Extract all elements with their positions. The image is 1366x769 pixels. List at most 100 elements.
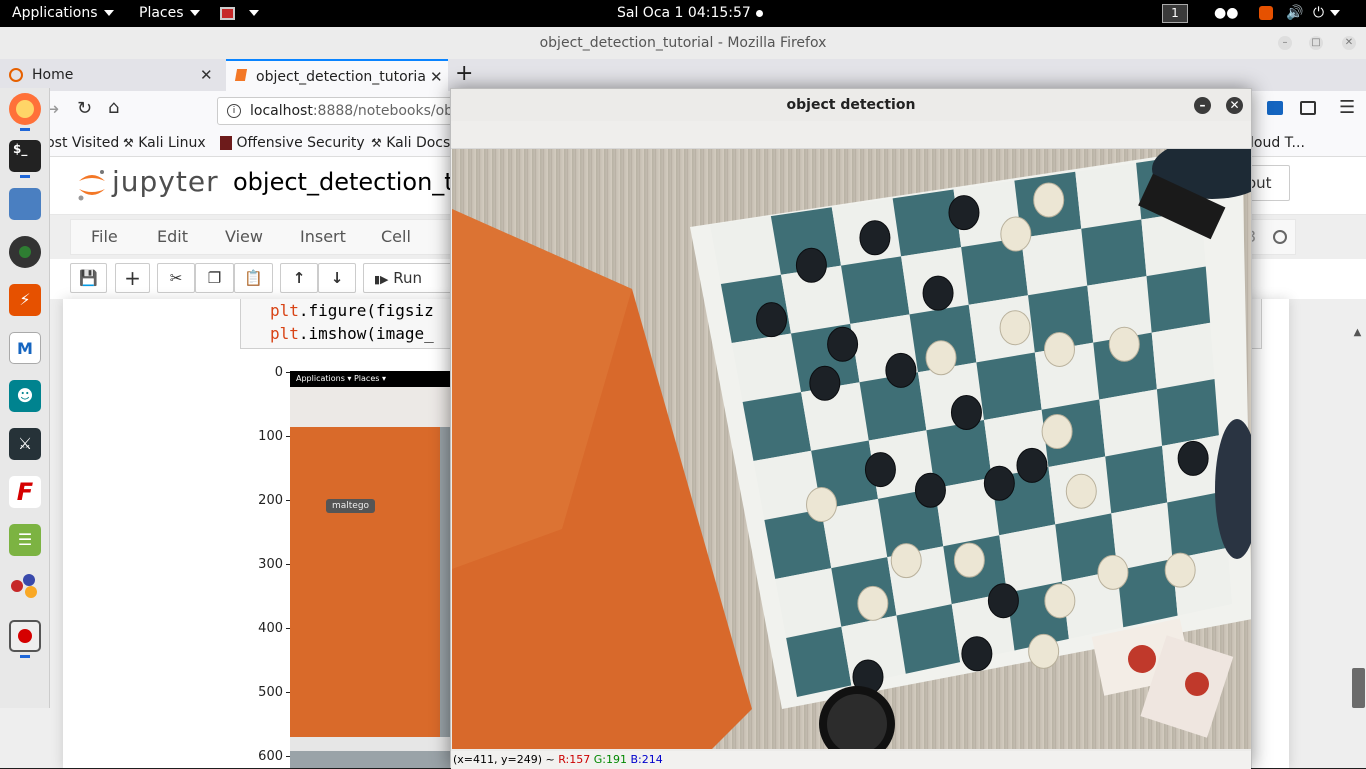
bookmark-kali-docs[interactable]: ⚒ Kali Docs <box>371 135 450 151</box>
window-list-menu[interactable] <box>220 0 259 27</box>
scroll-up-icon[interactable]: ▲ <box>1349 327 1366 344</box>
object-detection-window[interactable]: object detection – ✕ (x=411, y=249) ~ R:… <box>450 88 1252 769</box>
white-piece <box>925 340 957 376</box>
leafpad-icon[interactable]: ☰ <box>9 524 41 556</box>
notebook-title[interactable]: object_detection_tu <box>233 168 469 196</box>
copy-button[interactable]: ❐ <box>195 263 234 293</box>
extension-icon[interactable] <box>1267 101 1283 115</box>
cherrytree-icon[interactable] <box>9 572 41 604</box>
cut-button[interactable]: ✂ <box>157 263 195 293</box>
tab-home[interactable]: Home ✕ <box>0 59 222 91</box>
paste-button[interactable]: 📋 <box>234 263 273 293</box>
video-icon[interactable]: ●● <box>1214 0 1238 27</box>
white-piece <box>806 487 838 523</box>
maximize-button[interactable]: □ <box>1309 36 1323 50</box>
thumb-panel: Applications ▾ Places ▾ <box>290 371 460 387</box>
close-icon[interactable]: ✕ <box>426 61 443 91</box>
board-square <box>742 392 812 461</box>
chevron-down-icon <box>1330 10 1341 16</box>
notification-dot-icon <box>755 9 763 17</box>
folder-icon[interactable] <box>9 188 41 220</box>
black-piece <box>922 275 954 311</box>
page-icon <box>234 69 248 81</box>
new-tab-button[interactable]: + <box>455 59 477 91</box>
bookmark-kali-linux[interactable]: ⚒ Kali Linux <box>123 135 206 151</box>
update-icon[interactable] <box>1259 0 1273 27</box>
maltego-icon[interactable] <box>9 236 41 268</box>
beef-icon[interactable]: ⚔ <box>9 428 41 460</box>
faraday-icon[interactable]: F <box>9 476 41 508</box>
menu-view[interactable]: View <box>225 220 263 254</box>
burp-icon[interactable]: ⚡ <box>9 284 41 316</box>
close-button[interactable]: ✕ <box>1226 97 1243 114</box>
step-icon: ▮▶ <box>374 273 389 286</box>
places-menu[interactable]: Places <box>139 0 200 27</box>
pixel-green: G:191 <box>593 753 627 766</box>
insert-cell-button[interactable]: + <box>115 263 150 293</box>
black-piece <box>983 465 1015 501</box>
tab-notebook[interactable]: object_detection_tutoria ✕ <box>226 59 448 91</box>
menu-insert[interactable]: Insert <box>300 220 346 254</box>
reload-icon[interactable]: ↻ <box>77 98 92 119</box>
thumb-status <box>290 737 460 751</box>
dock: $_ ⚡ M ☻ ⚔ F ☰ <box>0 88 50 708</box>
paste-icon: 📋 <box>244 269 263 287</box>
top-panel: Applications Places Sal Oca 1 04:15:57 1… <box>0 0 1366 27</box>
recordmydesktop-icon[interactable] <box>9 620 41 652</box>
armitage-icon[interactable]: ☻ <box>9 380 41 412</box>
code-keyword: plt <box>270 324 299 343</box>
close-icon[interactable]: ✕ <box>200 59 213 91</box>
info-icon: i <box>227 104 241 118</box>
move-up-button[interactable]: ↑ <box>280 263 318 293</box>
black-piece <box>756 302 788 338</box>
minimize-button[interactable]: – <box>1194 97 1211 114</box>
minimize-button[interactable]: – <box>1278 36 1292 50</box>
home-icon[interactable]: ⌂ <box>108 97 119 118</box>
white-piece <box>999 310 1031 346</box>
black-piece <box>948 195 980 231</box>
metasploit-icon[interactable]: M <box>9 332 41 364</box>
run-label: Run <box>393 269 423 287</box>
cursor-coords: (x=411, y=249) ~ <box>453 753 559 766</box>
y-tick-label: 600 <box>258 749 283 764</box>
sidebar-icon[interactable] <box>1300 101 1316 115</box>
move-down-button[interactable]: ↓ <box>318 263 356 293</box>
black-piece <box>1016 447 1048 483</box>
code-text: .imshow(image_ <box>298 324 434 343</box>
chessboard-photo <box>452 149 1251 749</box>
close-button[interactable]: ✕ <box>1342 36 1356 50</box>
run-button[interactable]: ▮▶ Run <box>363 263 453 293</box>
screen-recorder-icon <box>220 6 235 20</box>
y-tick-label: 100 <box>258 429 283 444</box>
board-square <box>976 352 1042 420</box>
clock[interactable]: Sal Oca 1 04:15:57 <box>617 0 763 27</box>
camera-frame[interactable] <box>452 149 1251 749</box>
code-keyword: plt <box>270 301 299 320</box>
arrow-up-icon: ↑ <box>292 269 306 287</box>
volume-icon[interactable]: 🔊 <box>1286 0 1303 27</box>
terminal-icon[interactable]: $_ <box>9 140 41 172</box>
menu-cell[interactable]: Cell <box>381 220 411 254</box>
hamburger-menu-icon[interactable]: ☰ <box>1339 97 1355 118</box>
applications-menu[interactable]: Applications <box>12 0 114 27</box>
black-piece <box>1177 440 1209 476</box>
jupyter-logo-icon[interactable] <box>76 167 108 203</box>
bookmark-offensive-security[interactable]: Offensive Security <box>220 135 365 151</box>
page-scrollbar[interactable] <box>1352 668 1365 708</box>
white-piece <box>1108 326 1140 362</box>
tab-bar: Home ✕ object_detection_tutoria ✕ + <box>0 59 1366 91</box>
workspace-switcher[interactable]: 1 <box>1162 4 1188 23</box>
firefox-icon[interactable] <box>9 93 41 125</box>
white-piece <box>1164 552 1196 588</box>
chevron-down-icon <box>249 10 259 16</box>
black-piece <box>914 472 946 508</box>
board-square <box>1099 389 1163 457</box>
menu-edit[interactable]: Edit <box>157 220 188 254</box>
bookmark-overflow[interactable]: loud T... <box>1250 135 1305 151</box>
board-square <box>1021 228 1088 296</box>
power-icon[interactable]: ⏻ <box>1313 0 1341 27</box>
board-square <box>1105 445 1168 514</box>
menu-file[interactable]: File <box>91 220 118 254</box>
save-button[interactable]: 💾 <box>70 263 107 293</box>
board-square <box>775 568 842 638</box>
